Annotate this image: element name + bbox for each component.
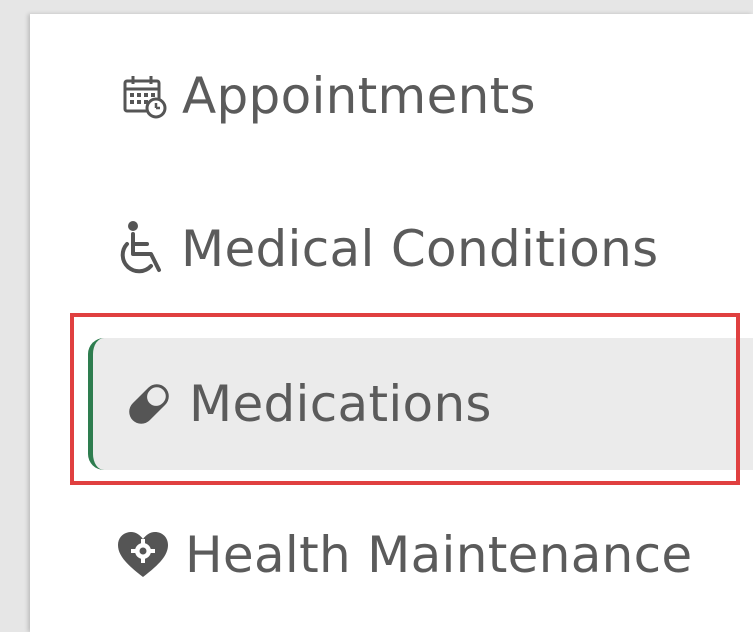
sidebar-item-medical-conditions[interactable]: Medical Conditions [113, 219, 659, 279]
sidebar-item-label: Health Maintenance [185, 526, 693, 584]
pill-icon [123, 378, 175, 430]
sidebar-item-medications[interactable]: Medications [88, 338, 753, 470]
sidebar-nav: Appointments Medical Conditions Medicati… [30, 14, 753, 632]
heart-gear-icon [115, 529, 171, 581]
wheelchair-icon [113, 219, 169, 279]
calendar-clock-icon [118, 69, 172, 123]
sidebar-item-label: Medical Conditions [181, 220, 659, 278]
sidebar-item-health-maintenance[interactable]: Health Maintenance [115, 529, 692, 581]
sidebar-item-label: Appointments [182, 67, 536, 125]
sidebar-item-label: Medications [189, 375, 492, 433]
sidebar-item-appointments[interactable]: Appointments [118, 69, 536, 123]
